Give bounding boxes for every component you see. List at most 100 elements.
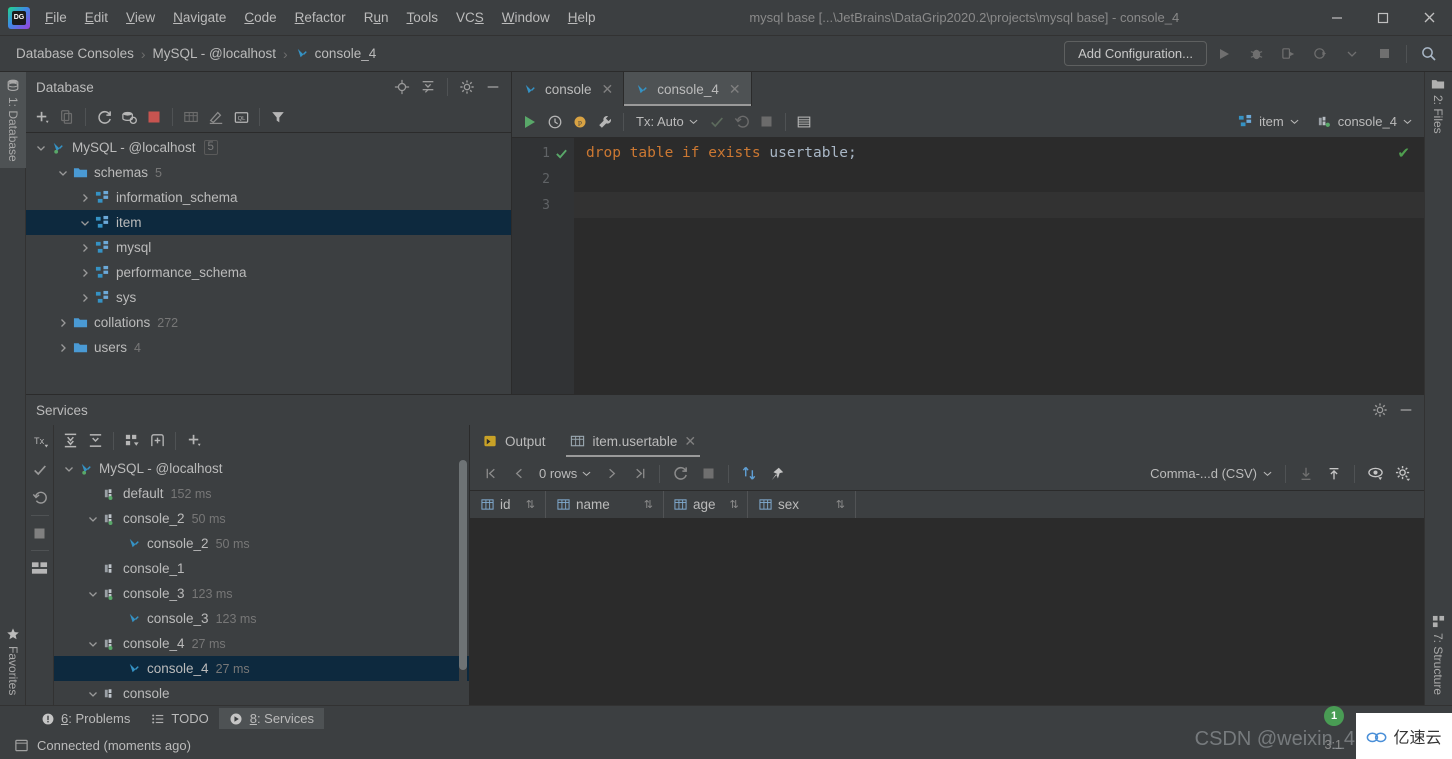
services-tree-node[interactable]: MySQL - @localhost [54,456,469,481]
refresh-icon[interactable] [667,461,693,487]
menu-help[interactable]: Help [559,6,605,29]
chevron-down-icon[interactable] [34,135,48,160]
result-grid-body[interactable] [470,518,1424,705]
column-sort-icon[interactable]: ⇅ [722,498,739,511]
debug-icon[interactable] [1241,40,1271,68]
stop-icon[interactable] [755,110,779,134]
editor-tab-console_4[interactable]: console_4 ✕ [624,72,752,106]
profile-icon[interactable] [1305,40,1335,68]
sidebar-tab-structure[interactable]: 7: Structure [1424,609,1452,701]
column-sort-icon[interactable]: ⇅ [518,498,535,511]
result-tab-Output[interactable]: Output [470,425,558,457]
tx-icon[interactable]: Tx [28,429,52,455]
breadcrumb-item-consoles[interactable]: Database Consoles [12,44,138,63]
sync-icon[interactable] [117,105,141,129]
chevron-down-icon[interactable] [86,506,100,531]
add-configuration-button[interactable]: Add Configuration... [1064,41,1207,66]
maximize-button[interactable] [1360,0,1406,36]
chevron-right-icon[interactable] [78,260,92,285]
result-grid-column-header[interactable]: sex ⇅ [748,491,856,518]
pin-icon[interactable] [764,461,790,487]
database-tree-node[interactable]: users 4 [26,335,511,360]
breadcrumb-item-console[interactable]: console_4 [291,44,381,63]
menu-tools[interactable]: Tools [397,6,447,29]
services-tree-node[interactable]: console_4 27 ms [54,631,469,656]
database-tree-node[interactable]: MySQL - @localhost 5 [26,135,511,160]
schema-selector[interactable]: item [1232,111,1305,132]
result-grid[interactable]: id ⇅ name ⇅ age ⇅ sex ⇅ [470,491,1424,705]
tool-window-tab-todo[interactable]: TODO [140,708,218,729]
menu-navigate[interactable]: Navigate [164,6,235,29]
first-page-icon[interactable] [478,461,504,487]
chevron-right-icon[interactable] [56,335,70,360]
sidebar-tab-favorites[interactable]: Favorites [0,621,26,701]
services-tree-node[interactable]: console_3 123 ms [54,606,469,631]
sidebar-tab-database[interactable]: 1: Database [0,72,26,168]
stop-icon[interactable] [695,461,721,487]
code-line[interactable]: drop table if exists usertable; [574,140,1424,166]
chevron-right-icon[interactable] [78,185,92,210]
commit-icon[interactable] [28,457,52,483]
chevron-down-icon[interactable] [78,210,92,235]
add-icon[interactable] [182,429,206,453]
result-grid-column-header[interactable]: name ⇅ [546,491,664,518]
editor-tab-console[interactable]: console ✕ [512,72,625,106]
database-tree-node[interactable]: schemas 5 [26,160,511,185]
collapse-all-icon[interactable] [416,75,440,99]
group-icon[interactable] [120,429,144,453]
menu-edit[interactable]: Edit [76,6,117,29]
services-tree-node[interactable]: default 152 ms [54,481,469,506]
stop-icon[interactable] [1369,40,1399,68]
caret-position[interactable]: 3:1 [1325,738,1342,752]
database-tree-node[interactable]: performance_schema [26,260,511,285]
chevron-down-icon[interactable] [56,160,70,185]
query-console-icon[interactable]: QL [229,105,253,129]
hide-panel-icon[interactable] [481,75,505,99]
search-icon[interactable] [1414,40,1444,68]
rows-count-selector[interactable]: 0 rows [534,463,596,484]
run-icon[interactable] [1209,40,1239,68]
stop-icon[interactable] [142,105,166,129]
menu-refactor[interactable]: Refactor [286,6,355,29]
expand-all-icon[interactable] [58,429,82,453]
statement-executed-icon[interactable] [555,147,568,160]
refresh-icon[interactable] [92,105,116,129]
explain-plan-icon[interactable]: p [568,110,592,134]
close-icon[interactable]: ✕ [684,433,696,450]
settings-icon[interactable] [1368,398,1392,422]
import-icon[interactable] [1321,461,1347,487]
tool-window-tab-services[interactable]: 8: Services [218,708,325,729]
notification-badge[interactable]: 1 [1324,706,1344,726]
menu-view[interactable]: View [117,6,164,29]
services-tree-node[interactable]: console_1 [54,556,469,581]
menu-run[interactable]: Run [355,6,398,29]
sidebar-tab-files[interactable]: 2: Files [1424,72,1452,140]
database-tree-node[interactable]: item [26,210,511,235]
copy-icon[interactable] [55,105,79,129]
edit-icon[interactable] [204,105,228,129]
run-with-coverage-icon[interactable] [1273,40,1303,68]
export-icon[interactable] [1293,461,1319,487]
services-scrollbar-thumb[interactable] [459,460,467,670]
code-area[interactable]: 1 2 3 drop table if exists usertable; ✔ [512,138,1424,394]
menu-vcs[interactable]: VCS [447,6,493,29]
editor-gutter[interactable]: 1 2 3 [512,138,574,394]
chevron-down-icon[interactable] [1337,40,1367,68]
data-editor-icon[interactable] [792,110,816,134]
services-tree-node[interactable]: console_2 50 ms [54,531,469,556]
layout-icon[interactable] [28,555,52,581]
code-line[interactable] [574,192,1424,218]
locate-icon[interactable] [390,75,414,99]
tool-window-tab-problems[interactable]: 6: Problems [30,708,140,729]
prev-page-icon[interactable] [506,461,532,487]
services-tree-node[interactable]: console_3 123 ms [54,581,469,606]
database-tree-node[interactable]: sys [26,285,511,310]
filter-icon[interactable] [266,105,290,129]
column-sort-icon[interactable]: ⇅ [828,498,845,511]
menu-file[interactable]: File [36,6,76,29]
history-icon[interactable] [543,110,567,134]
collapse-all-icon[interactable] [83,429,107,453]
run-icon[interactable] [518,110,542,134]
session-selector[interactable]: console_4 [1311,111,1418,132]
result-tab-item.usertable[interactable]: item.usertable ✕ [558,425,709,457]
